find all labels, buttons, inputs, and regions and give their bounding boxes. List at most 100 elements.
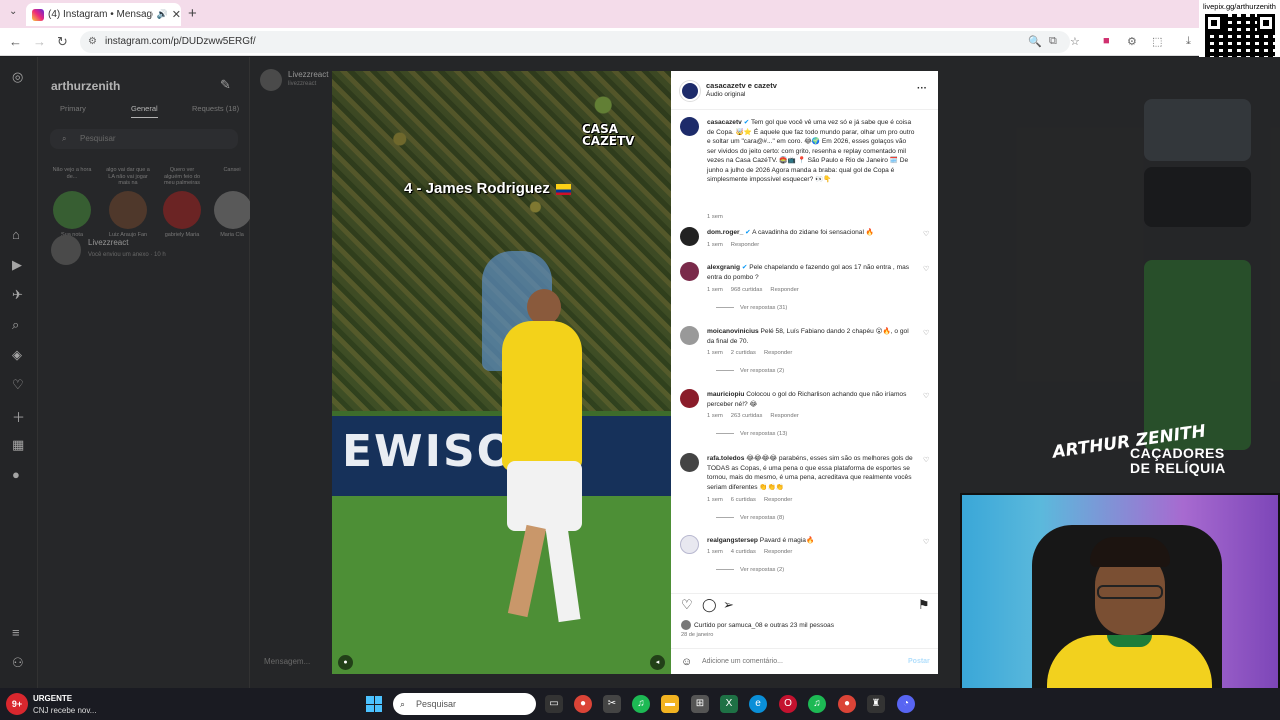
app-icon[interactable]: ⊞ bbox=[691, 695, 709, 713]
view-replies-button[interactable]: Ver respostas (13) bbox=[716, 431, 787, 437]
add-comment-input[interactable]: Adicione um comentário... bbox=[702, 658, 783, 665]
new-tab-button[interactable]: + bbox=[188, 5, 197, 22]
comments-list[interactable]: casacazetv ✔ Tem gol que você vê uma vez… bbox=[671, 111, 938, 591]
bookmark-star-icon[interactable]: ☆ bbox=[1070, 35, 1080, 48]
search-icon: ⌕ bbox=[400, 699, 406, 709]
reload-icon[interactable]: ↻ bbox=[57, 34, 68, 50]
colombia-flag-icon bbox=[555, 183, 571, 195]
comment-user[interactable]: casacazetv bbox=[707, 119, 742, 126]
avatar[interactable] bbox=[680, 227, 699, 246]
download-icon[interactable]: ⤓ bbox=[1186, 35, 1191, 48]
reply-button[interactable]: Responder bbox=[731, 242, 759, 248]
verified-icon: ✔ bbox=[745, 229, 751, 236]
like-comment-heart-icon[interactable]: ♡ bbox=[923, 392, 929, 400]
post-date: 28 de janeiro bbox=[681, 632, 714, 638]
comment-text: Pavard é magia🔥 bbox=[759, 537, 815, 544]
news-badge-icon: 9+ bbox=[6, 693, 28, 715]
avatar[interactable] bbox=[680, 117, 699, 136]
comment-likes[interactable]: 263 curtidas bbox=[731, 413, 763, 419]
post-comment-button[interactable]: Postar bbox=[908, 658, 930, 665]
avatar[interactable] bbox=[680, 535, 699, 554]
taskbar-search-input[interactable]: ⌕ Pesquisar bbox=[393, 693, 536, 715]
like-comment-heart-icon[interactable]: ♡ bbox=[923, 329, 929, 337]
video-caption-text: 4 - James Rodriguez bbox=[404, 180, 550, 197]
avatar[interactable] bbox=[680, 453, 699, 472]
stream-branding: ARTHUR ZENITH CAÇADORES DE RELÍQUIA bbox=[1051, 421, 1232, 489]
chrome-icon[interactable]: ● bbox=[574, 695, 592, 713]
post-account[interactable]: casacazetv e cazetv bbox=[706, 81, 777, 90]
like-comment-heart-icon[interactable]: ♡ bbox=[923, 230, 929, 238]
spotify-alt-icon[interactable]: ♫ bbox=[808, 695, 826, 713]
cast-icon[interactable]: ⧉ bbox=[1049, 35, 1057, 48]
like-comment-heart-icon[interactable]: ♡ bbox=[923, 265, 929, 273]
opera-icon[interactable]: O bbox=[779, 695, 797, 713]
extensions-puzzle-icon[interactable]: ⬚ bbox=[1152, 35, 1162, 48]
save-bookmark-icon[interactable]: ⚑ bbox=[918, 597, 930, 613]
tab-search-icon[interactable]: ⌄ bbox=[9, 6, 17, 17]
comment-likes[interactable]: 4 curtidas bbox=[731, 549, 756, 555]
comment-likes[interactable]: 2 curtidas bbox=[731, 350, 756, 356]
spotify-icon[interactable]: ♫ bbox=[632, 695, 650, 713]
add-comment-bar: ☺ Adicione um comentário... Postar bbox=[671, 648, 938, 674]
comment-user[interactable]: mauriciopiu bbox=[707, 391, 744, 398]
liked-by[interactable]: Curtido por samuca_08 e outras 23 mil pe… bbox=[681, 620, 834, 630]
reply-button[interactable]: Responder bbox=[770, 287, 798, 293]
mute-icon[interactable]: ◂ bbox=[650, 655, 665, 670]
reply-button[interactable]: Responder bbox=[764, 350, 792, 356]
comment-likes[interactable]: 968 curtidas bbox=[731, 287, 763, 293]
news-title: URGENTE bbox=[33, 694, 73, 703]
comment-text: A cavadinha do zidane foi sensacional 🔥 bbox=[752, 229, 874, 236]
address-bar[interactable]: ⚙ instagram.com/p/DUDzww5ERGf/ bbox=[80, 31, 1070, 53]
view-replies-button[interactable]: Ver respostas (2) bbox=[716, 567, 784, 573]
caption-text: Tem gol que você vê uma vez só e já sabe… bbox=[707, 119, 915, 183]
avatar[interactable] bbox=[680, 81, 700, 101]
view-replies-button[interactable]: Ver respostas (8) bbox=[716, 515, 784, 521]
emoji-icon[interactable]: ☺ bbox=[681, 656, 692, 668]
zoom-icon[interactable]: 🔍 bbox=[1028, 35, 1042, 48]
comment-bubble-icon[interactable]: ◯ bbox=[702, 597, 717, 613]
avatar[interactable] bbox=[680, 389, 699, 408]
comment-user[interactable]: rafa.toledos bbox=[707, 455, 744, 462]
reply-button[interactable]: Responder bbox=[764, 549, 792, 555]
speaker-icon[interactable]: 🔊 bbox=[157, 9, 168, 20]
comment-likes[interactable]: 6 curtidas bbox=[731, 497, 756, 503]
video-player bbox=[492, 289, 587, 623]
app-badge-icon[interactable]: ♜ bbox=[867, 695, 885, 713]
discord-icon[interactable]: ◔ bbox=[897, 695, 915, 713]
forward-arrow-icon[interactable]: → bbox=[33, 34, 46, 49]
extension-gear-icon[interactable]: ⚙ bbox=[1127, 35, 1137, 48]
task-view-icon[interactable]: ▭ bbox=[545, 695, 563, 713]
stream-title-line-2: DE RELÍQUIA bbox=[1130, 460, 1226, 476]
view-replies-button[interactable]: Ver respostas (31) bbox=[716, 305, 787, 311]
like-comment-heart-icon[interactable]: ♡ bbox=[923, 456, 929, 464]
video-board-text: EWISO bbox=[342, 426, 517, 477]
close-tab-icon[interactable]: ✕ bbox=[172, 8, 181, 21]
qr-label: livepix.gg/arthurzenith bbox=[1203, 2, 1276, 11]
comment-user[interactable]: dom.roger_ bbox=[707, 229, 743, 236]
reply-button[interactable]: Responder bbox=[770, 413, 798, 419]
comment-user[interactable]: alexgranig bbox=[707, 264, 740, 271]
more-options-icon[interactable]: ··· bbox=[917, 83, 927, 94]
like-heart-icon[interactable]: ♡ bbox=[681, 597, 693, 613]
browser-tab-instagram[interactable]: (4) Instagram • Mensagens 🔊 ✕ bbox=[26, 3, 181, 26]
file-explorer-icon[interactable]: ▬ bbox=[661, 695, 679, 713]
avatar[interactable] bbox=[680, 262, 699, 281]
post-audio[interactable]: Áudio original bbox=[706, 91, 745, 98]
site-info-icon[interactable]: ⚙ bbox=[88, 31, 97, 53]
excel-icon[interactable]: X bbox=[720, 695, 738, 713]
capcut-icon[interactable]: ✂ bbox=[603, 695, 621, 713]
extension-icon[interactable]: ■ bbox=[1103, 35, 1110, 47]
share-send-icon[interactable]: ➢ bbox=[723, 597, 734, 613]
chrome-active-icon[interactable]: ● bbox=[838, 695, 856, 713]
comment-user[interactable]: moicanovinicius bbox=[707, 328, 759, 335]
post-video[interactable]: EWISO CASA CAZETV 4 - James Rodriguez ● … bbox=[332, 71, 671, 674]
edge-icon[interactable]: e bbox=[749, 695, 767, 713]
windows-start-icon[interactable] bbox=[366, 696, 382, 712]
avatar[interactable] bbox=[680, 326, 699, 345]
back-arrow-icon[interactable]: ← bbox=[9, 34, 22, 49]
like-comment-heart-icon[interactable]: ♡ bbox=[923, 538, 929, 546]
reply-button[interactable]: Responder bbox=[764, 497, 792, 503]
tagged-users-icon[interactable]: ● bbox=[338, 655, 353, 670]
view-replies-button[interactable]: Ver respostas (2) bbox=[716, 368, 784, 374]
comment-user[interactable]: realgangstersep bbox=[707, 537, 758, 544]
